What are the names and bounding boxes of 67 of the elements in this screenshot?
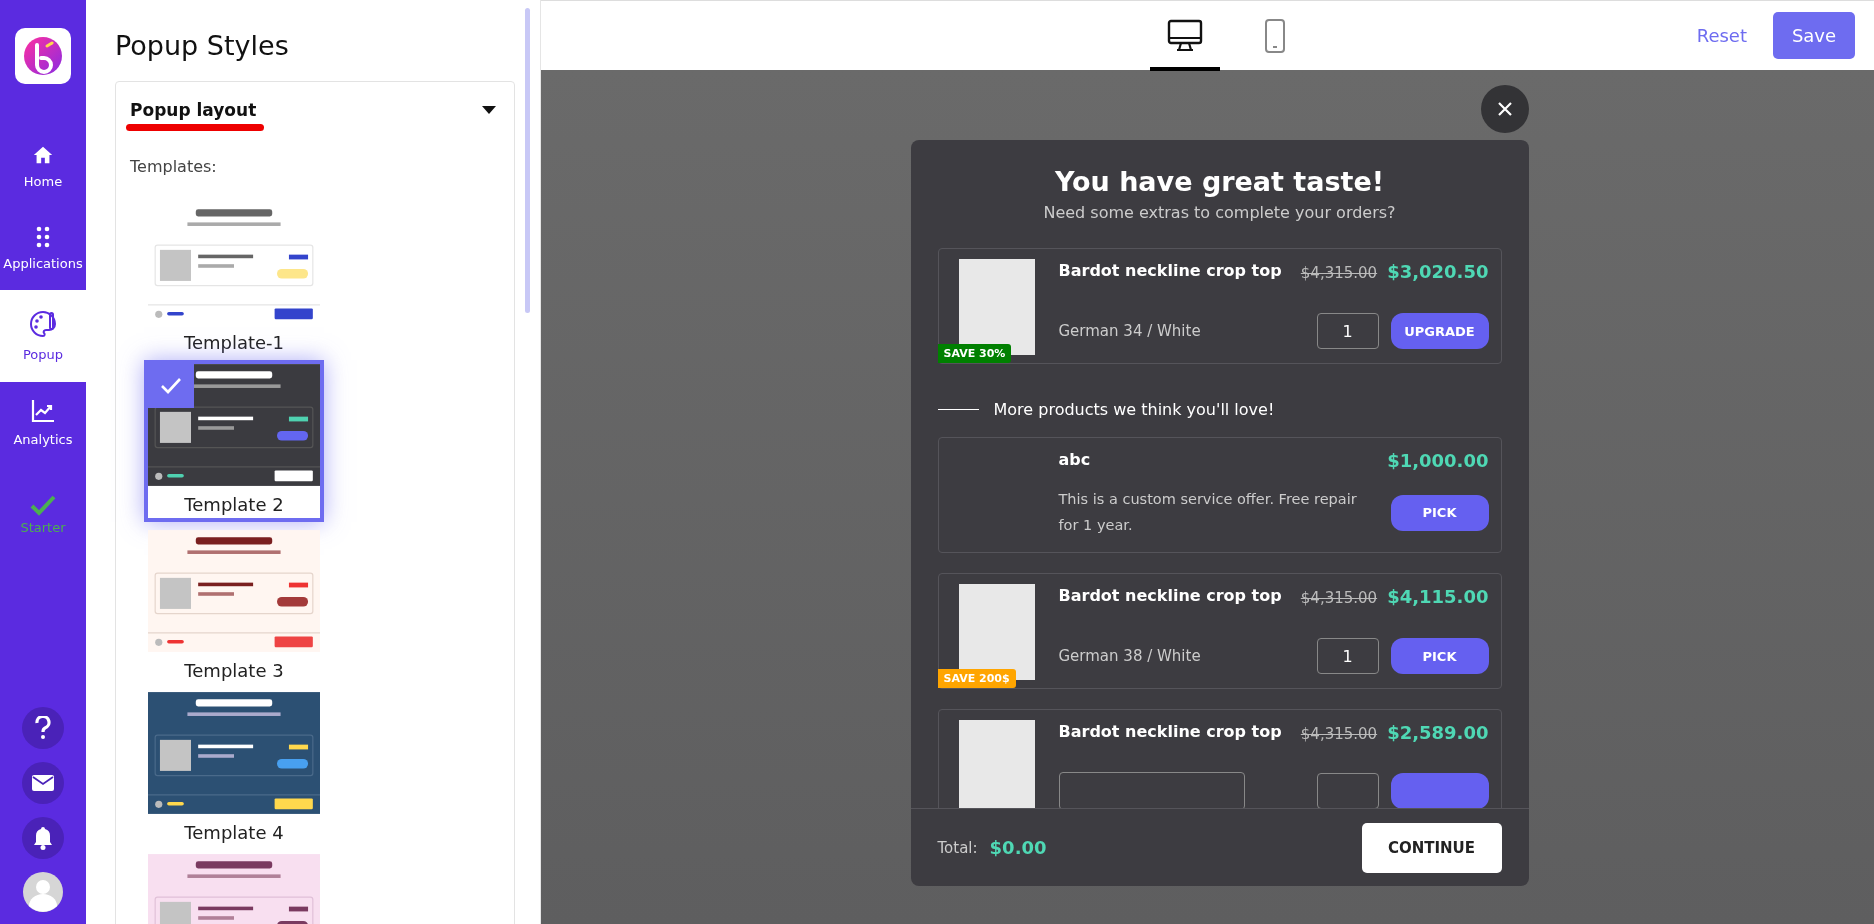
quantity-field[interactable]: 1 [1316,313,1379,349]
question-icon [34,716,52,740]
pick-button[interactable]: PICK [1390,638,1489,674]
template-label: Template 3 [184,659,284,681]
section-heading: More products we think you'll love! [993,400,1275,419]
phone-icon [1264,17,1286,54]
dots-grid-icon [35,225,51,248]
popup-title: You have great taste! [1053,166,1386,197]
template-label: Template 4 [184,821,284,843]
panel-title: Popup Styles [115,30,290,61]
variant-label: German 34 / White [1058,322,1201,340]
original-price: $4,315.00 [1300,725,1378,743]
reset-button[interactable]: Reset [1690,24,1753,47]
app-logo[interactable] [15,28,71,84]
nav-item[interactable]: Home [0,126,86,208]
bell-icon [33,826,53,850]
sale-price: $1,000.00 [1387,450,1489,471]
plan-label: Starter [20,520,66,535]
check-icon [29,494,57,518]
user-avatar[interactable] [23,872,63,912]
scrollbar-thumb[interactable] [525,8,530,313]
product-name: Bardot neckline crop top [1058,261,1282,280]
total-label: Total: [937,838,978,857]
close-button[interactable] [1480,85,1529,133]
logo-icon [23,36,63,76]
nav-item[interactable]: Applications [0,208,86,290]
upgrade-button[interactable]: UPGRADE [1390,313,1489,349]
envelope-icon [32,775,54,791]
template-option[interactable]: Template 3 [148,526,320,684]
template-label: Template-1 [183,331,285,353]
continue-button[interactable]: CONTINUE [1361,822,1502,873]
help-button[interactable] [22,707,64,749]
product-name: Bardot neckline crop top [1058,586,1282,605]
person-silhouette-icon [23,872,63,912]
total-amount: $0.00 [989,837,1047,858]
offer-description: This is a custom service offer. Free repair for 1 year. [1058,490,1358,535]
variant-label: German 38 / White [1058,647,1201,665]
save-button[interactable]: Save [1773,12,1855,59]
quantity-field[interactable] [1316,773,1379,808]
mail-button[interactable] [22,762,64,804]
sale-price: $4,115.00 [1387,586,1489,607]
variant-select[interactable] [1058,772,1245,808]
nav-item[interactable]: Analytics [0,382,86,464]
templates-label: Templates: [130,157,218,176]
nav-item[interactable]: Popup [0,290,86,382]
notifications-button[interactable] [22,817,64,859]
sale-price: $3,020.50 [1387,261,1489,282]
caret-icon [482,106,496,114]
monitor-icon [1167,18,1203,53]
product-name: Bardot neckline crop top [1058,722,1282,741]
close-icon [1496,101,1513,117]
section-title: Popup layout [130,100,257,120]
original-price: $4,315.00 [1300,589,1378,607]
template-option[interactable]: Template 2 [144,360,324,522]
chart-icon [30,397,56,424]
sale-price: $2,589.00 [1387,722,1489,743]
original-price: $4,315.00 [1300,264,1378,282]
popup-subtitle: Need some extras to complete your orders? [1042,203,1397,222]
discount-badge: SAVE 30% [937,344,1012,363]
quantity-field[interactable]: 1 [1316,638,1379,674]
product-name: abc [1058,450,1091,469]
discount-badge: SAVE 200$ [937,669,1016,688]
palette-icon [28,308,58,339]
pick-button[interactable]: PICK [1390,494,1489,531]
template-label: Template 2 [184,493,284,515]
template-option[interactable]: Template 4 [148,688,320,846]
template-option[interactable]: Template-1 [148,198,320,356]
